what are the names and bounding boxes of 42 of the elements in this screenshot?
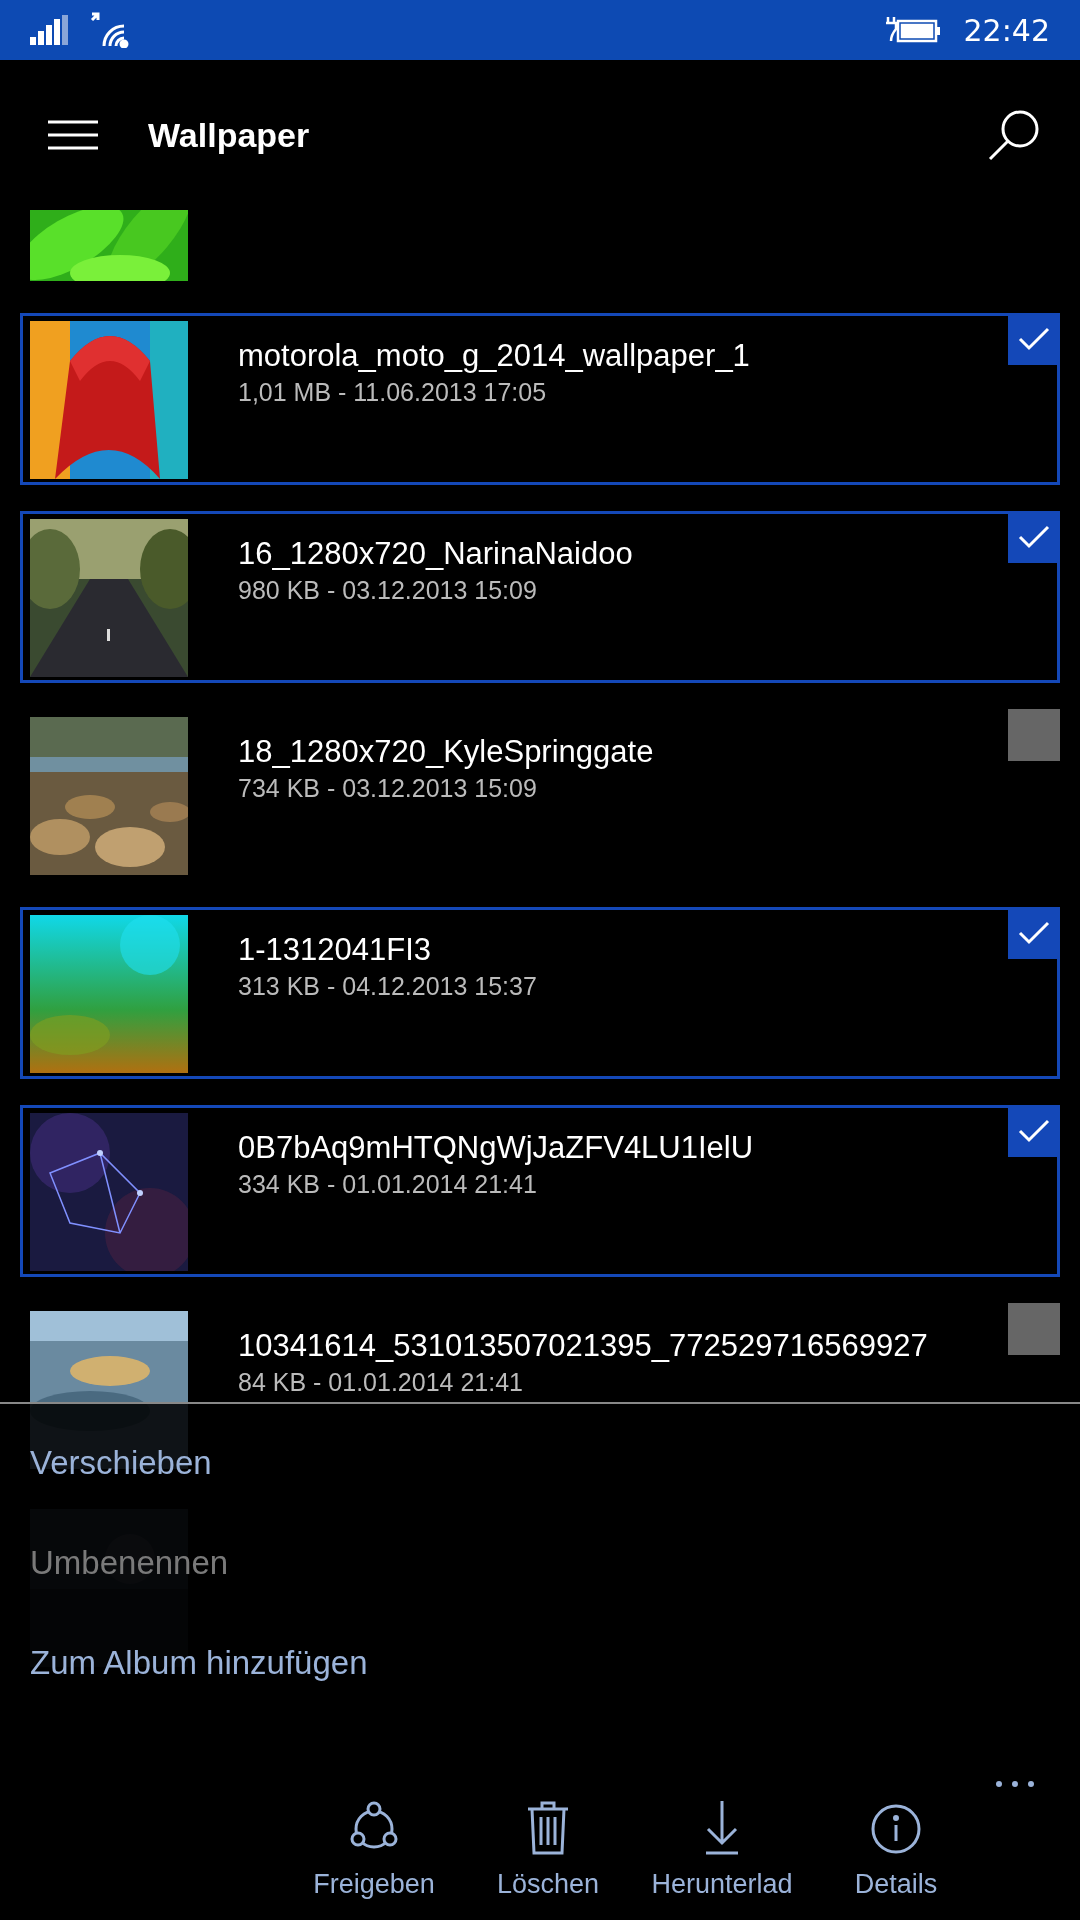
file-row[interactable]: 1-1312041FI3 313 KB - 04.12.2013 15:37	[20, 907, 1060, 1079]
page-title: Wallpaper	[148, 115, 311, 155]
checkbox[interactable]	[1008, 313, 1060, 365]
info-icon	[870, 1803, 922, 1855]
file-name: 16_1280x720_NarinaNaidoo	[238, 536, 633, 572]
file-meta: 84 KB - 01.01.2014 21:41	[238, 1368, 524, 1397]
file-name: 0B7bAq9mHTQNgWjJaZFV4LU1IelU	[238, 1130, 754, 1166]
file-meta: 334 KB - 01.01.2014 21:41	[238, 1170, 538, 1199]
file-meta: 980 KB - 03.12.2013 15:09	[238, 576, 538, 605]
file-name: 1-1312041FI3	[238, 932, 433, 968]
app-bar-button[interactable]: Details	[816, 1803, 976, 1900]
checkbox[interactable]	[1008, 1303, 1060, 1355]
file-row[interactable]: 0B7bAq9mHTQNgWjJaZFV4LU1IelU 334 KB - 01.01.2014 21:41	[20, 1105, 1060, 1277]
check-icon	[1018, 921, 1050, 945]
more-icon[interactable]	[995, 1780, 1035, 1788]
file-name: 10341614_531013507021395_772529716569927	[238, 1328, 928, 1364]
app-bar-button[interactable]: Löschen	[468, 1799, 628, 1900]
search-icon[interactable]	[988, 109, 1040, 161]
menu-icon[interactable]	[48, 120, 98, 150]
file-meta: 313 KB - 04.12.2013 15:37	[238, 972, 537, 1001]
file-row[interactable]: 16_1280x720_NarinaNaidoo 980 KB - 03.12.2013 15:09	[20, 511, 1060, 683]
file-name: 18_1280x720_KyleSpringgate	[238, 734, 654, 770]
wifi-icon	[90, 12, 130, 48]
trash-icon	[526, 1799, 570, 1855]
clock-time: 22:42	[963, 12, 1050, 48]
app-bar-button[interactable]: Freigeben	[294, 1799, 454, 1900]
checkbox[interactable]	[1008, 1105, 1060, 1157]
app-bar-button[interactable]: Herunterlad	[642, 1799, 802, 1900]
menu-item[interactable]: Verschieben	[30, 1444, 1080, 1482]
checkbox[interactable]	[1008, 907, 1060, 959]
checkbox[interactable]	[1008, 709, 1060, 761]
checkbox[interactable]	[1008, 511, 1060, 563]
signal-icon	[30, 15, 68, 45]
file-row[interactable]: motorola_moto_g_2014_wallpaper_1 1,01 MB - 11.06.2013 17:05	[20, 313, 1060, 485]
file-name: motorola_moto_g_2014_wallpaper_1	[238, 338, 750, 374]
battery-charging-icon	[883, 15, 942, 45]
file-meta: 734 KB - 03.12.2013 15:09	[238, 774, 538, 803]
file-meta: 1,01 MB - 11.06.2013 17:05	[238, 378, 548, 407]
check-icon	[1018, 1119, 1050, 1143]
check-icon	[1018, 525, 1050, 549]
menu-item[interactable]: Zum Album hinzufügen	[30, 1644, 1080, 1682]
check-icon	[1018, 327, 1050, 351]
